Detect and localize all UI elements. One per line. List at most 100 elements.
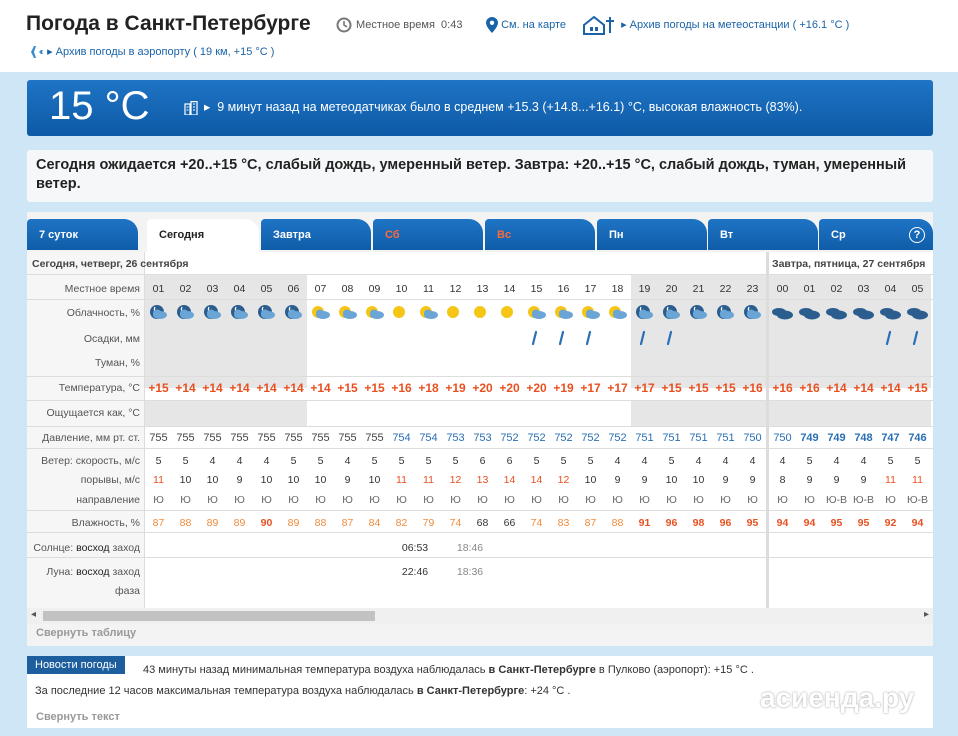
gust-cell: 9 — [614, 474, 621, 486]
collapse-text-link[interactable]: Свернуть текст — [36, 711, 120, 723]
wind-label: Ветер: скорость, м/с — [41, 455, 140, 467]
airport-archive-link[interactable]: ▸ Архив погоды в аэропорту ( 19 км, +15 … — [26, 45, 274, 59]
sun-clouds-icon — [420, 306, 438, 319]
page-title: Погода в Санкт-Петербурге — [26, 12, 311, 35]
temp-cell: +16 — [391, 381, 412, 395]
direction-cell: Ю — [666, 494, 677, 506]
wind-cell: 5 — [182, 455, 189, 467]
night-cloud-icon — [690, 305, 707, 319]
sensor-text: 9 минут назад на метеодатчиках было в ср… — [217, 100, 803, 114]
temp-cell: +18 — [418, 381, 439, 395]
night-clouds-icon — [744, 305, 761, 319]
tab-today[interactable]: Сегодня — [147, 219, 259, 252]
direction-label: направление — [76, 494, 140, 506]
tab-saturday[interactable]: Сб — [373, 219, 483, 250]
moon-label-part: восход — [76, 566, 110, 578]
night-shade — [769, 401, 931, 426]
pressure-cell: 751 — [689, 432, 708, 444]
temp-label: Температура, °C — [58, 382, 140, 394]
temp-cell: +15 — [661, 381, 682, 395]
tab-monday[interactable]: Пн — [597, 219, 707, 250]
moonset-time: 18:36 — [456, 566, 484, 578]
hour-cell: 00 — [776, 283, 789, 295]
hour-cell: 04 — [884, 283, 897, 295]
temp-cell: +15 — [364, 381, 385, 395]
direction-cell: Ю — [207, 494, 218, 506]
gust-cell: 13 — [476, 474, 489, 486]
pressure-cell: 755 — [365, 432, 384, 444]
scroll-right-arrow[interactable]: ▸ — [924, 609, 929, 620]
direction-cell: Ю — [531, 494, 542, 506]
pressure-cell: 755 — [230, 432, 249, 444]
gusts-label: порывы, м/с — [80, 474, 140, 486]
hour-cell: 17 — [584, 283, 597, 295]
sun-label-part: заход — [112, 542, 140, 554]
station-archive-link[interactable]: ▸ Архив погоды на метеостанции ( +16.1 °… — [582, 15, 849, 35]
gust-cell: 8 — [779, 474, 786, 486]
gust-cell: 11 — [912, 474, 923, 486]
tab-tuesday[interactable]: Вт — [708, 219, 818, 250]
wind-cell: 5 — [398, 455, 405, 467]
tab-7-days[interactable]: 7 суток — [27, 219, 138, 250]
forecast-panel: 7 суток Сегодня Завтра Сб Вс Пн Вт Ср? М… — [27, 212, 933, 646]
direction-cell: Ю — [585, 494, 596, 506]
rain-icon — [885, 330, 892, 346]
night-cloud-icon — [177, 305, 194, 319]
hourly-forecast-table: Местное время Облачность, % Осадки, мм Тума… — [27, 252, 933, 608]
help-icon[interactable]: ? — [909, 227, 925, 243]
sun-label: Солнце: восход заход — [33, 542, 140, 554]
wind-cell: 4 — [833, 455, 840, 467]
row-divider — [27, 426, 933, 427]
rain-icon — [585, 330, 592, 346]
map-link[interactable]: См. на карте — [486, 17, 566, 33]
rain-icon — [531, 330, 538, 346]
temp-cell: +17 — [634, 381, 655, 395]
direction-cell: Ю — [504, 494, 515, 506]
news-badge: Новости погоды — [27, 656, 125, 674]
wind-cell: 4 — [263, 455, 270, 467]
gust-cell: 9 — [722, 474, 729, 486]
sun-icon — [447, 306, 459, 318]
collapse-table-link[interactable]: Свернуть таблицу — [36, 627, 136, 639]
row-divider — [27, 448, 933, 449]
temp-cell: +15 — [907, 381, 928, 395]
time-label: Местное время — [64, 283, 140, 295]
temp-cell: +16 — [799, 381, 820, 395]
tab-sunday[interactable]: Вс — [485, 219, 595, 250]
temp-cell: +16 — [772, 381, 793, 395]
hour-cell: 13 — [476, 283, 489, 295]
gust-cell: 12 — [449, 474, 462, 486]
pressure-cell: 754 — [419, 432, 438, 444]
row-divider — [27, 299, 933, 300]
wind-cell: 5 — [371, 455, 378, 467]
precip-label: Осадки, мм — [83, 333, 140, 345]
wind-cell: 5 — [587, 455, 594, 467]
tab-tomorrow[interactable]: Завтра — [261, 219, 371, 250]
hour-cell: 07 — [314, 283, 327, 295]
pressure-cell: 747 — [881, 432, 900, 444]
wind-cell: 6 — [506, 455, 513, 467]
direction-cell: Ю — [180, 494, 191, 506]
direction-cell: Ю-В — [852, 494, 875, 506]
temp-cell: +14 — [853, 381, 874, 395]
wind-cell: 5 — [887, 455, 894, 467]
day-separator — [766, 252, 769, 608]
tab-wednesday[interactable]: Ср? — [819, 219, 933, 250]
table-scrollbar[interactable]: ◂ ▸ — [27, 608, 933, 624]
scroll-left-arrow[interactable]: ◂ — [31, 609, 36, 620]
gust-cell: 11 — [885, 474, 896, 486]
top-bar: Погода в Санкт-Петербурге Местное время … — [0, 0, 958, 72]
gust-cell: 11 — [153, 474, 164, 486]
gust-cell: 11 — [396, 474, 407, 486]
direction-cell: Ю — [342, 494, 353, 506]
pressure-cell: 746 — [908, 432, 927, 444]
map-link-text: См. на карте — [501, 18, 567, 31]
direction-cell: Ю — [477, 494, 488, 506]
humidity-cell: 94 — [776, 517, 789, 529]
row-divider — [27, 557, 933, 558]
rain-icon — [912, 330, 919, 346]
scroll-thumb[interactable] — [43, 611, 375, 621]
local-time: Местное время 0:43 — [336, 17, 462, 33]
sensor-arrow: ▸ — [204, 100, 218, 114]
humidity-cell: 91 — [638, 517, 651, 529]
